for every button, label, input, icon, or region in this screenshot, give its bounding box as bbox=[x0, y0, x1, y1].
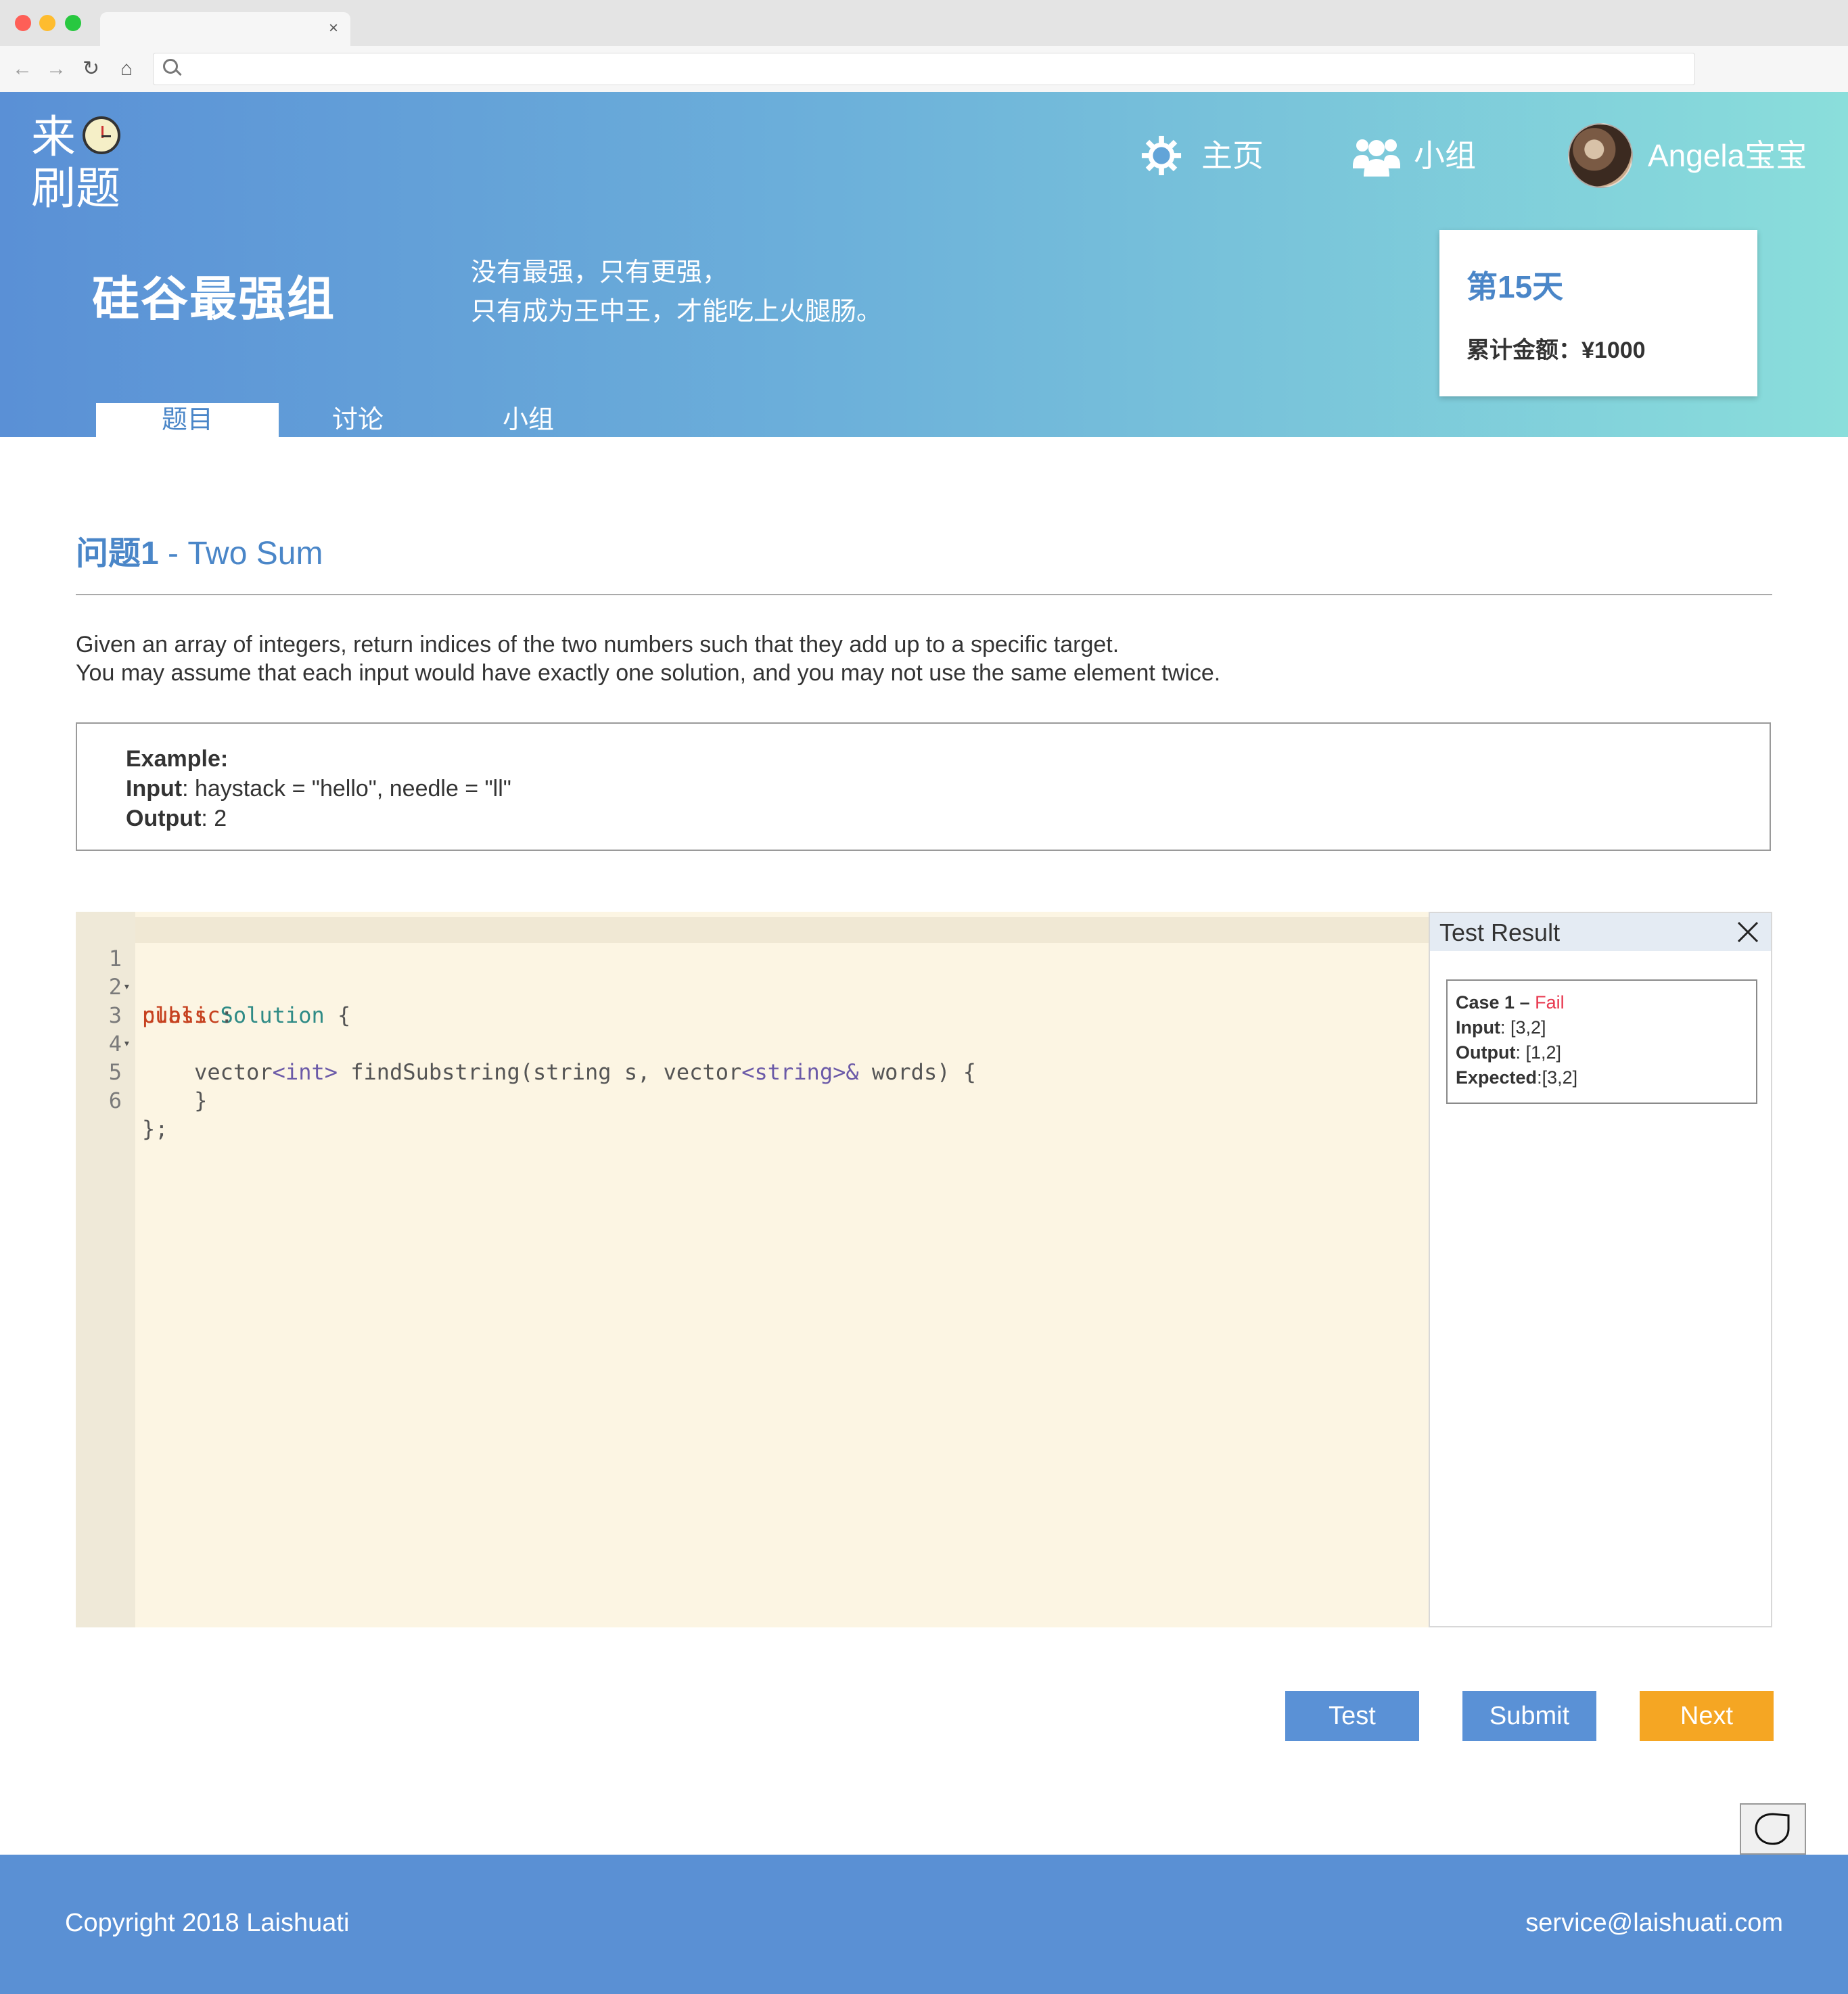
description-line2: You may assume that each input would hav… bbox=[76, 660, 1221, 686]
contact-email-link[interactable]: service@laishuati.com bbox=[1525, 1909, 1783, 1938]
nav-user-profile[interactable]: Angela宝宝 bbox=[1568, 123, 1807, 188]
example-input-value: : haystack = "hello", needle = "ll" bbox=[182, 776, 511, 802]
tab-discussion[interactable]: 讨论 bbox=[267, 403, 449, 437]
case-output-value: : [1,2] bbox=[1515, 1042, 1562, 1063]
chat-button[interactable] bbox=[1740, 1803, 1806, 1855]
streak-day: 第15天 bbox=[1466, 269, 1564, 304]
example-heading: Example: bbox=[126, 746, 229, 772]
group-people-icon bbox=[1353, 139, 1400, 177]
window-maximize-dot[interactable] bbox=[65, 15, 81, 31]
case-status: Fail bbox=[1535, 992, 1565, 1013]
avatar[interactable] bbox=[1568, 123, 1633, 188]
code-token: findSubstring(string s, vector bbox=[337, 1059, 742, 1085]
gear-icon bbox=[1141, 135, 1182, 176]
close-icon[interactable] bbox=[1734, 919, 1761, 946]
code-token: <int> bbox=[272, 1059, 338, 1085]
example-output-value: : 2 bbox=[201, 806, 227, 831]
line-number: 6 bbox=[108, 1088, 122, 1113]
address-bar[interactable] bbox=[153, 53, 1695, 85]
code-token: { bbox=[324, 1002, 351, 1028]
browser-tab-bar: × bbox=[0, 0, 1848, 46]
site-logo[interactable]: 来 刷题 bbox=[31, 111, 139, 214]
case-output-label: Output bbox=[1456, 1042, 1516, 1063]
tab-group[interactable]: 小组 bbox=[437, 403, 620, 437]
code-token: vector bbox=[142, 1059, 273, 1085]
motto-line1: 没有最强，只有更强， bbox=[471, 258, 729, 287]
code-line-1[interactable]: 1 ▾ class Solution { bbox=[76, 916, 351, 1028]
nav-home-label: 主页 bbox=[1201, 138, 1264, 173]
problem-title: 问题1 - Two Sum bbox=[76, 526, 323, 574]
example-box: Example: Input: haystack = "hello", need… bbox=[76, 722, 1771, 851]
code-token: } bbox=[142, 1088, 208, 1113]
streak-card: 第15天 累计金额：¥1000 bbox=[1439, 230, 1757, 396]
user-name: Angela宝宝 bbox=[1648, 138, 1807, 173]
case-label: Case 1 – bbox=[1456, 992, 1535, 1013]
tab-close-icon[interactable]: × bbox=[329, 19, 338, 38]
nav-group[interactable]: 小组 bbox=[1353, 129, 1476, 183]
case-expected-label: Expected bbox=[1456, 1067, 1538, 1088]
case-expected-value: :[3,2] bbox=[1537, 1067, 1578, 1088]
problem-number: 问题1 bbox=[76, 536, 159, 572]
code-line-2[interactable]: 2 public: bbox=[76, 944, 233, 1028]
code-line-5[interactable]: 5 } bbox=[76, 1029, 208, 1113]
group-motto: 没有最强，只有更强， 只有成为王中王，才能吃上火腿肠。 bbox=[471, 253, 882, 331]
code-line-3[interactable]: 3 ▾ vector<int> findSubstring(string s, … bbox=[76, 973, 976, 1085]
code-token: words) { bbox=[858, 1059, 976, 1085]
search-icon bbox=[163, 59, 178, 74]
nav-home[interactable]: 主页 bbox=[1140, 129, 1264, 183]
window-close-dot[interactable] bbox=[15, 15, 31, 31]
example-input-label: Input bbox=[126, 776, 183, 802]
forward-arrow-icon[interactable]: → bbox=[46, 57, 66, 81]
tab-problems[interactable]: 题目 bbox=[96, 403, 279, 437]
url-input[interactable] bbox=[187, 56, 1678, 82]
site-header: 来 刷题 主页 小组 Angela宝宝 硅谷最强组 没有最强，只有更强， 只有成… bbox=[0, 92, 1848, 437]
code-token: : bbox=[220, 1002, 233, 1028]
back-arrow-icon[interactable]: ← bbox=[12, 57, 32, 81]
group-title: 硅谷最强组 bbox=[92, 273, 336, 325]
browser-toolbar: ← → ↻ ⌂ bbox=[0, 46, 1848, 93]
code-token: <string>& bbox=[741, 1059, 859, 1085]
home-icon[interactable]: ⌂ bbox=[120, 57, 133, 81]
clock-icon bbox=[83, 116, 120, 154]
reload-icon[interactable]: ↻ bbox=[83, 57, 99, 81]
copyright-text: Copyright 2018 Laishuati bbox=[65, 1909, 350, 1937]
nav-group-label: 小组 bbox=[1414, 138, 1476, 173]
next-button[interactable]: Next bbox=[1640, 1691, 1774, 1741]
browser-tab[interactable]: × bbox=[100, 12, 350, 46]
site-footer: Copyright 2018 Laishuati service@laishua… bbox=[0, 1855, 1848, 1994]
test-result-header: Test Result bbox=[1430, 913, 1771, 951]
case-input-value: : [3,2] bbox=[1500, 1017, 1546, 1038]
active-line-highlight bbox=[135, 917, 1429, 943]
example-output-label: Output bbox=[126, 806, 202, 831]
test-button[interactable]: Test bbox=[1285, 1691, 1419, 1741]
test-result-panel: Test Result Case 1 – Fail Input: [3,2] O… bbox=[1429, 912, 1772, 1627]
test-result-title: Test Result bbox=[1439, 919, 1561, 946]
problem-description: Given an array of integers, return indic… bbox=[76, 630, 1220, 687]
code-editor[interactable]: 1 ▾ class Solution { 2 public: 3 ▾ vecto… bbox=[76, 912, 1429, 1627]
problem-name: - Two Sum bbox=[158, 536, 323, 572]
browser-chrome: × ← → ↻ ⌂ bbox=[0, 0, 1848, 93]
description-line1: Given an array of integers, return indic… bbox=[76, 632, 1119, 657]
code-line-4[interactable]: 4 bbox=[76, 1001, 128, 1057]
logo-text-line2: 刷题 bbox=[31, 163, 120, 213]
code-token: }; bbox=[142, 1116, 168, 1142]
motto-line2: 只有成为王中王，才能吃上火腿肠。 bbox=[471, 298, 883, 326]
title-divider bbox=[76, 594, 1772, 595]
test-case-result: Case 1 – Fail Input: [3,2] Output: [1,2]… bbox=[1446, 979, 1757, 1104]
accumulated-amount: 累计金额：¥1000 bbox=[1466, 338, 1646, 363]
submit-button[interactable]: Submit bbox=[1462, 1691, 1596, 1741]
code-token: public bbox=[142, 1002, 221, 1028]
window-minimize-dot[interactable] bbox=[39, 15, 55, 31]
code-line-6[interactable]: 6 }; bbox=[76, 1058, 168, 1142]
case-input-label: Input bbox=[1456, 1017, 1500, 1038]
chat-bubble-icon bbox=[1755, 1813, 1790, 1845]
